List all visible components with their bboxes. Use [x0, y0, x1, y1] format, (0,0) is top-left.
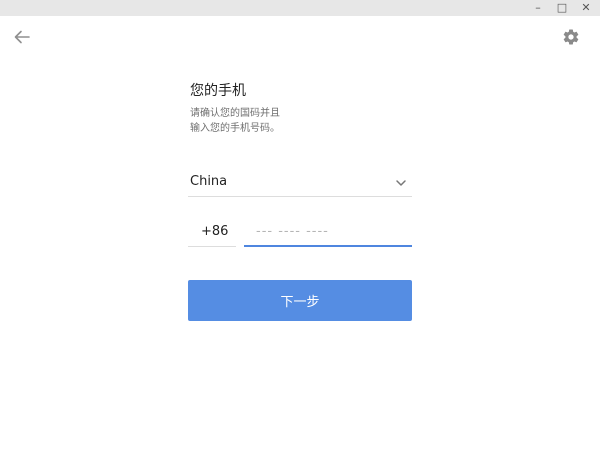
gear-icon — [563, 29, 579, 45]
country-code-value: +86 — [201, 224, 229, 239]
country-value: China — [190, 174, 228, 189]
chevron-down-icon — [396, 180, 406, 186]
minimize-button[interactable]: – — [532, 1, 544, 15]
country-code-field[interactable]: +86 — [188, 218, 236, 247]
window-titlebar: – □ ✕ — [0, 0, 600, 16]
next-button[interactable]: 下一步 — [188, 280, 412, 321]
page-description: 请确认您的国码并且 输入您的手机号码。 — [190, 106, 340, 136]
maximize-button[interactable]: □ — [556, 1, 568, 15]
description-line-1: 请确认您的国码并且 — [190, 108, 280, 119]
arrow-left-icon — [14, 30, 30, 44]
country-select[interactable]: China — [188, 168, 412, 197]
window-controls: – □ ✕ — [532, 1, 592, 15]
description-line-2: 输入您的手机号码。 — [190, 123, 280, 134]
back-button[interactable] — [10, 27, 34, 47]
phone-number-input[interactable] — [244, 218, 412, 247]
close-button[interactable]: ✕ — [580, 1, 592, 15]
settings-button[interactable] — [559, 25, 583, 49]
page-title: 您的手机 — [190, 83, 246, 99]
